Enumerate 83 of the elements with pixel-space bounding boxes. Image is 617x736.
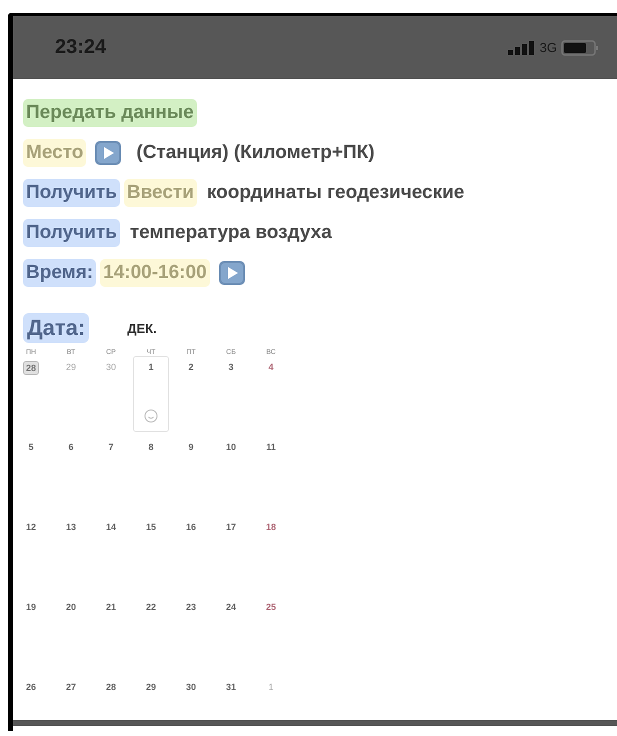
day-cell[interactable]: 24 xyxy=(213,596,249,672)
day-number: 19 xyxy=(24,601,37,613)
day-number: 9 xyxy=(187,441,194,453)
day-cell[interactable]: 20 xyxy=(53,596,89,672)
day-number: 18 xyxy=(264,521,277,533)
play-icon[interactable] xyxy=(94,140,122,166)
day-cell[interactable]: 28 xyxy=(93,676,129,716)
day-number: 25 xyxy=(264,601,277,613)
date-label: Дата: xyxy=(23,313,90,343)
day-cell[interactable]: 27 xyxy=(53,676,89,716)
day-cell[interactable]: 21 xyxy=(93,596,129,672)
day-cell[interactable]: 9 xyxy=(173,436,209,512)
day-number: 2 xyxy=(187,361,194,373)
day-cell[interactable]: 2 xyxy=(173,356,209,432)
day-number: 3 xyxy=(227,361,234,373)
day-number: 14 xyxy=(104,521,117,533)
day-number: 16 xyxy=(184,521,197,533)
line-text: координаты геодезические xyxy=(206,182,464,204)
day-number: 27 xyxy=(64,681,77,693)
day-number: 6 xyxy=(67,441,74,453)
day-cell[interactable]: 23 xyxy=(173,596,209,672)
day-number: 30 xyxy=(104,361,117,373)
highlighted-label[interactable]: Получить xyxy=(23,219,120,247)
day-number: 1 xyxy=(267,681,274,693)
day-cell[interactable]: 26 xyxy=(13,676,49,716)
day-number: 20 xyxy=(64,601,77,613)
day-cell[interactable]: 18 xyxy=(253,516,289,592)
day-cell[interactable]: 13 xyxy=(53,516,89,592)
day-number: 28 xyxy=(104,681,117,693)
line-text: температура воздуха xyxy=(130,222,332,244)
day-cell[interactable]: 15 xyxy=(133,516,169,592)
network-label: 3G xyxy=(540,40,557,55)
day-cell[interactable]: 25 xyxy=(253,596,289,672)
day-number: 28 xyxy=(22,361,39,375)
day-number: 11 xyxy=(265,441,277,453)
day-number: 17 xyxy=(224,521,237,533)
day-cell[interactable]: 11 xyxy=(253,436,289,512)
day-cell[interactable]: 22 xyxy=(133,596,169,672)
line-text: (Станция) (Километр+ПК) xyxy=(136,142,375,164)
day-cell[interactable]: 5 xyxy=(13,436,49,512)
day-number: 7 xyxy=(107,441,114,453)
day-cell[interactable]: 19 xyxy=(13,596,49,672)
day-number: 5 xyxy=(27,441,34,453)
day-number: 21 xyxy=(104,601,117,613)
day-number: 22 xyxy=(144,601,157,613)
day-number: 8 xyxy=(147,441,154,453)
day-number: 30 xyxy=(184,681,197,693)
day-cell[interactable]: 12 xyxy=(13,516,49,592)
highlighted-label[interactable]: Время: xyxy=(23,259,96,287)
day-cell[interactable]: 28 xyxy=(13,356,49,432)
day-number: 24 xyxy=(224,601,237,613)
highlighted-label[interactable]: Получить xyxy=(23,179,120,207)
day-cell[interactable]: 6 xyxy=(53,436,89,512)
day-cell[interactable]: 14 xyxy=(93,516,129,592)
day-cell[interactable]: 3 xyxy=(213,356,249,432)
day-number: 4 xyxy=(267,361,274,373)
day-number: 31 xyxy=(224,681,237,693)
day-number: 1 xyxy=(147,361,154,373)
day-number: 10 xyxy=(224,441,237,453)
month-label: ДЕК. xyxy=(127,320,157,336)
day-cell[interactable]: 1 xyxy=(133,356,169,432)
day-number: 29 xyxy=(64,361,77,373)
day-cell[interactable]: 30 xyxy=(173,676,209,716)
day-number: 13 xyxy=(64,521,77,533)
day-cell[interactable]: 17 xyxy=(213,516,249,592)
day-cell[interactable]: 29 xyxy=(133,676,169,716)
day-cell[interactable]: 7 xyxy=(93,436,129,512)
day-number: 26 xyxy=(24,681,37,693)
signal-icon xyxy=(508,40,536,54)
day-cell[interactable]: 16 xyxy=(173,516,209,592)
play-icon[interactable] xyxy=(218,260,246,286)
status-time: 23:24 xyxy=(55,36,108,59)
smiley-icon xyxy=(144,409,158,423)
day-cell[interactable]: 31 xyxy=(213,676,249,716)
day-cell[interactable]: 10 xyxy=(213,436,249,512)
highlighted-label[interactable]: Передать данные xyxy=(23,99,197,127)
day-cell[interactable]: 8 xyxy=(133,436,169,512)
battery-icon xyxy=(561,40,599,56)
day-number: 29 xyxy=(144,681,157,693)
day-cell[interactable]: 4 xyxy=(253,356,289,432)
day-number: 23 xyxy=(184,601,197,613)
day-number: 15 xyxy=(144,521,157,533)
day-number: 12 xyxy=(24,521,37,533)
